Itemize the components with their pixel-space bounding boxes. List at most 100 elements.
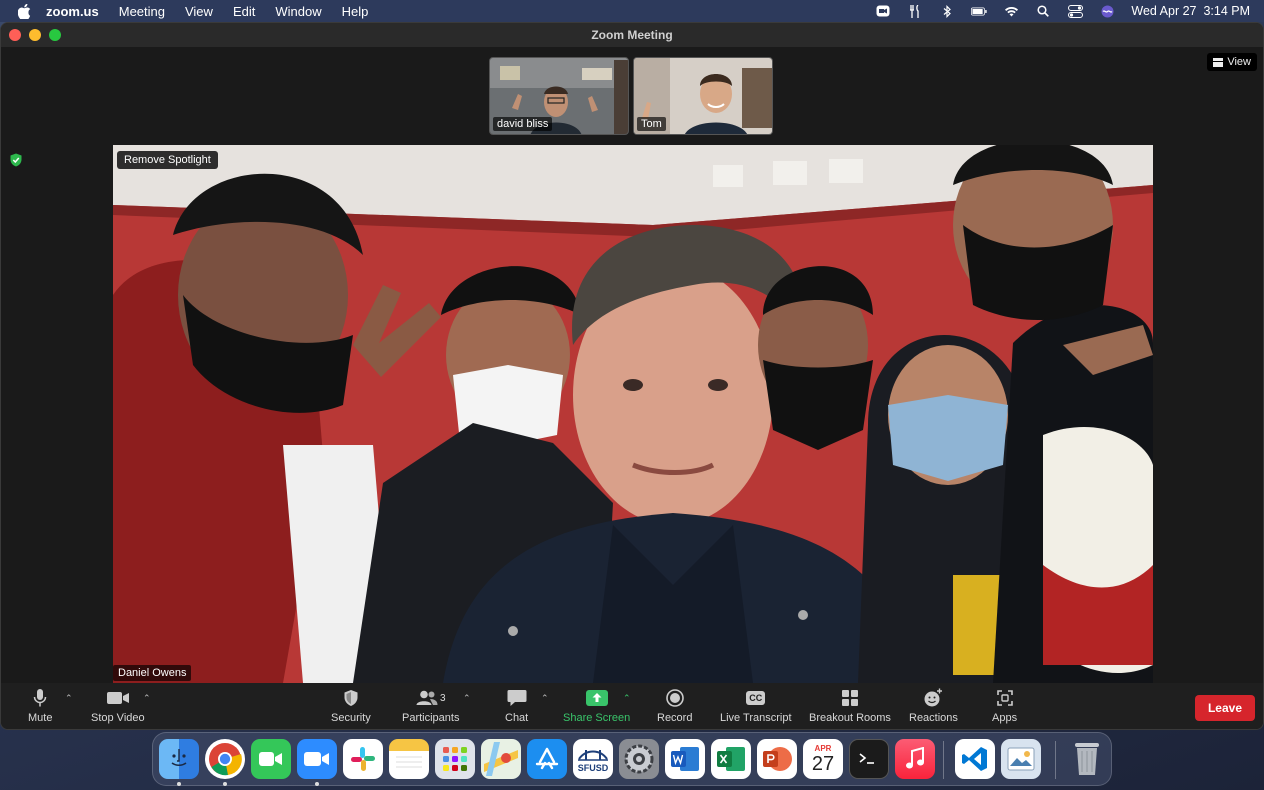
music-icon[interactable]	[895, 739, 935, 779]
chat-bubble-icon	[507, 687, 527, 709]
chat-button[interactable]: Chat	[505, 687, 528, 724]
mute-button[interactable]: Mute	[28, 687, 52, 724]
record-icon	[665, 687, 684, 709]
apps-label: Apps	[992, 712, 1018, 724]
breakout-rooms-icon	[841, 687, 859, 709]
sfusd-label: SFUSD	[577, 763, 609, 773]
excel-icon[interactable]	[711, 739, 751, 779]
share-screen-button[interactable]: Share Screen	[563, 687, 630, 724]
grid-view-icon	[1213, 57, 1224, 67]
siri-icon[interactable]	[1099, 4, 1115, 18]
calendar-icon[interactable]: APR 27	[803, 739, 843, 779]
video-camera-icon	[106, 687, 129, 709]
participant-name: Tom	[637, 117, 666, 131]
fork-knife-icon[interactable]	[907, 4, 923, 18]
share-screen-icon	[585, 687, 608, 709]
powerpoint-icon[interactable]	[757, 739, 797, 779]
terminal-icon[interactable]	[849, 739, 889, 779]
control-center-icon[interactable]	[1067, 4, 1083, 18]
menu-meeting[interactable]: Meeting	[119, 4, 165, 19]
video-stage: david bliss Tom View Remove Spotlight Da…	[1, 47, 1263, 683]
app-store-icon[interactable]	[527, 739, 567, 779]
participants-count: 3	[439, 692, 446, 704]
share-screen-label: Share Screen	[563, 712, 631, 724]
menu-clock[interactable]: Wed Apr 27 3:14 PM	[1131, 4, 1250, 18]
battery-icon[interactable]	[971, 4, 988, 18]
menu-window[interactable]: Window	[275, 4, 321, 19]
preview-icon[interactable]	[1001, 739, 1041, 779]
chrome-icon[interactable]	[205, 739, 245, 779]
facetime-icon[interactable]	[251, 739, 291, 779]
participant-thumbnail-tom[interactable]: Tom	[633, 57, 773, 135]
closed-caption-icon: CC	[746, 687, 766, 709]
live-transcript-button[interactable]: CC Live Transcript	[720, 687, 792, 724]
zoom-app-icon[interactable]	[297, 739, 337, 779]
live-transcript-label: Live Transcript	[720, 712, 792, 724]
video-options-chevron-icon[interactable]: ⌃	[143, 693, 151, 704]
slack-icon[interactable]	[343, 739, 383, 779]
spotlight-video[interactable]: Remove Spotlight	[113, 145, 1153, 683]
view-button[interactable]: View	[1207, 53, 1257, 71]
participant-name: david bliss	[493, 117, 553, 131]
running-indicator	[315, 782, 319, 786]
record-label: Record	[657, 712, 693, 724]
vscode-icon[interactable]	[955, 739, 995, 779]
leave-meeting-button[interactable]: Leave	[1194, 695, 1255, 721]
stop-video-button[interactable]: Stop Video	[91, 687, 145, 724]
finder-icon[interactable]	[159, 739, 199, 779]
breakout-rooms-label: Breakout Rooms	[809, 712, 891, 724]
remove-spotlight-button[interactable]: Remove Spotlight	[117, 151, 218, 169]
system-preferences-icon[interactable]	[619, 739, 659, 779]
participants-options-chevron-icon[interactable]: ⌃	[463, 693, 471, 704]
calendar-month: APR	[814, 743, 832, 753]
record-button[interactable]: Record	[657, 687, 692, 724]
menu-app-name[interactable]: zoom.us	[46, 4, 99, 19]
active-speaker-name: Daniel Owens	[113, 665, 192, 681]
chat-label: Chat	[505, 712, 529, 724]
security-label: Security	[331, 712, 371, 724]
participant-thumbnail-david-bliss[interactable]: david bliss	[489, 57, 629, 135]
mute-label: Mute	[28, 712, 53, 724]
running-indicator	[223, 782, 227, 786]
fullscreen-window-button[interactable]	[49, 29, 61, 41]
bluetooth-icon[interactable]	[939, 4, 955, 18]
trash-icon[interactable]	[1067, 739, 1107, 779]
window-controls	[9, 29, 61, 41]
chat-options-chevron-icon[interactable]: ⌃	[541, 693, 549, 704]
bridge-logo	[578, 750, 608, 761]
wifi-icon[interactable]	[1003, 4, 1019, 18]
encryption-shield-icon[interactable]	[9, 153, 23, 167]
spotlight-video-image	[113, 145, 1153, 683]
launchpad-icon[interactable]	[435, 739, 475, 779]
spotlight-search-icon[interactable]	[1035, 4, 1051, 18]
microphone-icon	[33, 687, 47, 709]
security-button[interactable]: Security	[331, 687, 371, 724]
word-icon[interactable]	[665, 739, 705, 779]
reaction-smiley-icon	[923, 687, 943, 709]
apps-icon	[996, 687, 1014, 709]
reactions-label: Reactions	[909, 712, 958, 724]
zoom-window: Zoom Meeting david bliss Tom View Remove…	[0, 22, 1264, 730]
running-indicator	[177, 782, 181, 786]
audio-options-chevron-icon[interactable]: ⌃	[65, 693, 73, 704]
apple-icon[interactable]	[18, 3, 32, 19]
menu-view[interactable]: View	[185, 4, 213, 19]
breakout-rooms-button[interactable]: Breakout Rooms	[809, 687, 891, 724]
sfusd-icon[interactable]: SFUSD	[573, 739, 613, 779]
share-options-chevron-icon[interactable]: ⌃	[623, 693, 631, 704]
maps-icon[interactable]	[481, 739, 521, 779]
participants-label: Participants	[402, 712, 460, 724]
participants-button[interactable]: 3 Participants	[402, 687, 459, 724]
participants-icon: 3	[416, 687, 446, 709]
menu-edit[interactable]: Edit	[233, 4, 255, 19]
view-button-label: View	[1227, 56, 1251, 68]
security-shield-icon	[343, 687, 359, 709]
zoom-status-icon[interactable]	[875, 4, 891, 18]
apps-button[interactable]: Apps	[992, 687, 1017, 724]
close-window-button[interactable]	[9, 29, 21, 41]
menu-help[interactable]: Help	[342, 4, 369, 19]
notes-icon[interactable]	[389, 739, 429, 779]
reactions-button[interactable]: Reactions	[909, 687, 958, 724]
minimize-window-button[interactable]	[29, 29, 41, 41]
window-title: Zoom Meeting	[591, 28, 673, 42]
